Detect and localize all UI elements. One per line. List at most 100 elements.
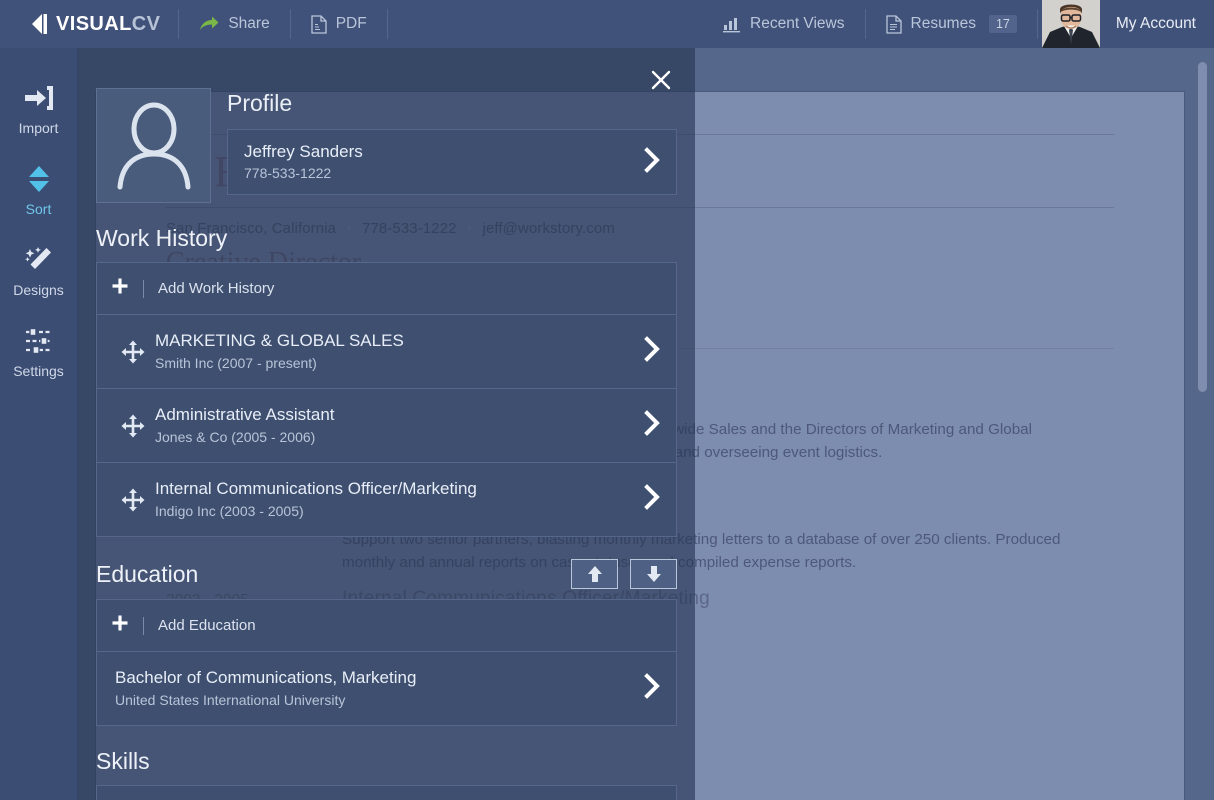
import-icon [23, 83, 55, 113]
work-history-item-subtitle: Jones & Co (2005 - 2006) [155, 428, 316, 445]
editor-panel: Profile Jeffrey Sanders 778-533-1222 Wor… [78, 48, 695, 800]
sliders-icon [24, 326, 54, 356]
work-history-item[interactable]: Administrative Assistant Jones & Co (200… [97, 389, 676, 463]
skills-first-row[interactable] [97, 786, 676, 800]
drag-handle[interactable] [111, 488, 155, 512]
chevron-right-icon [644, 673, 660, 699]
education-sort-buttons [571, 559, 677, 589]
add-work-history-button[interactable]: Add Work History [97, 263, 676, 315]
sidebar-item-label: Designs [13, 282, 64, 298]
recent-views-button[interactable]: Recent Views [703, 0, 864, 48]
resumes-button[interactable]: Resumes 17 [866, 0, 1037, 48]
recent-views-label: Recent Views [750, 15, 845, 32]
resume-scrollbar-track[interactable] [1196, 54, 1208, 794]
skills-list [96, 785, 677, 800]
plus-icon [111, 614, 129, 637]
add-education-button[interactable]: Add Education [97, 600, 676, 652]
sidebar-item-sort[interactable]: Sort [0, 151, 77, 232]
work-history-heading-row: Work History [96, 203, 677, 262]
pdf-button[interactable]: PDF [291, 0, 387, 48]
work-history-item[interactable]: Internal Communications Officer/Marketin… [97, 463, 676, 537]
pdf-file-icon [311, 14, 327, 34]
chevron-right-icon [644, 146, 660, 173]
move-down-button[interactable] [630, 559, 677, 589]
work-history-item-title: Administrative Assistant [155, 405, 335, 425]
header-divider-5 [1036, 9, 1038, 39]
close-panel-button[interactable] [649, 68, 673, 92]
move-arrows-icon [121, 488, 145, 511]
work-history-item-chevron [632, 410, 662, 441]
sidebar-item-label: Settings [13, 363, 64, 379]
work-history-item-title: Internal Communications Officer/Marketin… [155, 479, 477, 499]
education-item-title: Bachelor of Communications, Marketing [115, 668, 417, 688]
work-history-item-subtitle: Smith Inc (2007 - present) [155, 354, 317, 371]
drag-handle[interactable] [111, 340, 155, 364]
my-account-label: My Account [1115, 15, 1196, 32]
my-account-menu[interactable]: My Account [1100, 0, 1214, 48]
profile-phone: 778-533-1222 [244, 165, 332, 182]
sidebar-item-label: Import [18, 120, 59, 136]
close-icon [651, 70, 671, 90]
education-heading-row: Education [96, 537, 677, 599]
education-heading: Education [96, 560, 199, 587]
education-item-chevron [632, 673, 662, 704]
profile-chevron [632, 146, 662, 178]
brand-secondary: CV [131, 12, 161, 35]
arrow-up-icon [587, 566, 602, 582]
education-list: Add Education Bachelor of Communications… [96, 599, 677, 726]
work-history-list: Add Work History MARKETING & GLOBAL SALE… [96, 262, 677, 537]
work-history-item[interactable]: MARKETING & GLOBAL SALES Smith Inc (2007… [97, 315, 676, 389]
profile-name: Jeffrey Sanders [244, 141, 363, 161]
chevron-right-icon [644, 410, 660, 436]
work-history-item-subtitle: Indigo Inc (2003 - 2005) [155, 502, 304, 519]
sort-icon [25, 164, 53, 194]
plus-icon [111, 277, 129, 300]
profile-row[interactable]: Jeffrey Sanders 778-533-1222 [227, 129, 677, 195]
share-label: Share [228, 15, 270, 32]
skills-heading: Skills [96, 748, 150, 774]
sidebar-item-designs[interactable]: Designs [0, 232, 77, 313]
education-item-subtitle: United States International University [115, 691, 346, 708]
work-history-heading: Work History [96, 225, 228, 251]
top-header: VISUALCV Share PDF Recent Views Resumes … [0, 0, 1214, 48]
work-history-item-chevron [632, 484, 662, 515]
profile-avatar-placeholder[interactable] [96, 88, 211, 203]
profile-heading: Profile [227, 90, 293, 116]
sidebar-item-import[interactable]: Import [0, 70, 77, 151]
avatar-photo-icon [1041, 0, 1100, 48]
move-arrows-icon [121, 414, 145, 437]
document-icon [885, 14, 902, 34]
pdf-label: PDF [335, 15, 367, 32]
chevron-right-icon [644, 484, 660, 510]
work-history-item-title: MARKETING & GLOBAL SALES [155, 331, 404, 351]
bar-chart-icon [723, 16, 741, 33]
share-button[interactable]: Share [179, 0, 289, 48]
account-avatar[interactable] [1041, 0, 1100, 48]
brand-wordmark: VISUALCV [56, 13, 160, 36]
drag-handle[interactable] [111, 414, 155, 438]
add-education-label: Add Education [158, 617, 256, 634]
header-divider-3 [386, 9, 388, 39]
move-up-button[interactable] [571, 559, 618, 589]
work-history-item-chevron [632, 336, 662, 367]
person-icon [117, 102, 190, 189]
sidebar-item-label: Sort [25, 201, 52, 217]
add-separator [143, 279, 144, 298]
resumes-label: Resumes [910, 15, 976, 32]
education-item[interactable]: Bachelor of Communications, Marketing Un… [97, 652, 676, 726]
left-sidebar: Import Sort Designs Settings [0, 48, 78, 800]
chevron-right-icon [644, 336, 660, 362]
move-arrows-icon [121, 340, 145, 363]
wand-icon [24, 245, 54, 275]
resume-scrollbar-thumb[interactable] [1198, 62, 1207, 392]
app-root: VISUALCV Share PDF Recent Views Resumes … [0, 0, 1214, 800]
sidebar-item-settings[interactable]: Settings [0, 313, 77, 394]
brand-logo-link[interactable]: VISUALCV [0, 0, 178, 48]
arrow-down-icon [646, 566, 661, 582]
add-separator [143, 616, 144, 635]
share-arrow-icon [199, 16, 219, 32]
brand-primary: VISUAL [56, 12, 132, 35]
resumes-count-badge: 17 [988, 15, 1017, 33]
visualcv-chevron-icon [28, 13, 48, 35]
profile-section: Profile Jeffrey Sanders 778-533-1222 [96, 58, 677, 203]
